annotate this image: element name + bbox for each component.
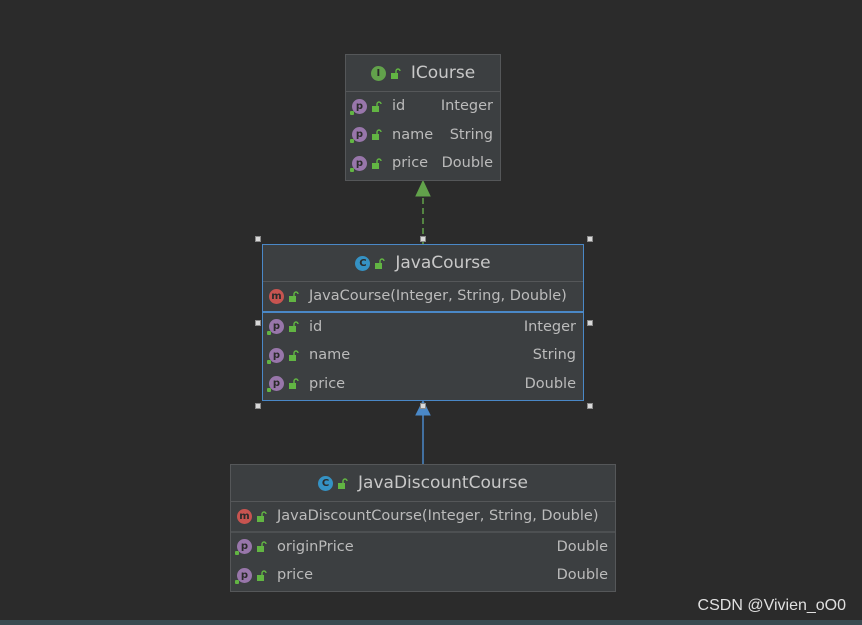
resize-handle-bottom-left[interactable] [255,403,261,409]
field-row[interactable]: p originPrice Double [231,533,615,562]
unlock-icon [372,158,382,169]
watermark: CSDN @Vivien_oO0 [697,597,846,614]
node-header: I ICourse [346,55,500,92]
property-icon: p [350,155,367,172]
node-title: JavaDiscountCourse [358,473,528,493]
unlock-icon [372,129,382,141]
unlock-icon [372,101,382,112]
unlock-icon [257,570,267,581]
unlock-icon [289,321,299,333]
field-type: Integer [523,318,576,335]
field-type: Double [556,538,608,555]
property-icon: p [267,347,284,364]
unlock-icon [289,378,299,390]
unlock-icon [289,291,299,302]
node-javadiscountcourse[interactable]: C JavaDiscountCourse m JavaDiscountCours… [230,464,616,592]
diagram-canvas: I ICourse p id Integer p name String p p… [0,0,862,625]
field-name: name [392,126,434,143]
node-icourse[interactable]: I ICourse p id Integer p name String p p… [345,54,501,181]
field-name: price [277,567,314,584]
unlock-icon [257,541,267,553]
unlock-icon [257,511,267,522]
field-type: Double [524,375,576,392]
field-row[interactable]: p name String [263,341,583,370]
field-row[interactable]: p id Integer [346,92,500,121]
resize-handle-bottom-right[interactable] [587,403,593,409]
methods-section: m JavaDiscountCourse(Integer, String, Do… [231,502,615,533]
field-type: String [449,126,493,143]
method-name: JavaCourse(Integer, String, Double) [309,288,567,305]
field-row[interactable]: p name String [346,121,500,150]
method-icon: m [237,508,252,524]
field-type: Integer [440,98,493,115]
class-icon: C [318,475,334,491]
interface-icon: I [370,65,386,81]
field-name: name [309,347,351,364]
fields-section: p id Integer p name String p price Doubl… [263,313,583,399]
field-row[interactable]: p price Double [346,149,500,178]
methods-section: m JavaCourse(Integer, String, Double) [263,282,583,313]
field-name: id [309,318,323,335]
class-icon: C [355,255,371,271]
implements-arrowhead [415,179,431,197]
property-icon: p [267,376,284,393]
resize-handle-top-right[interactable] [587,236,593,242]
resize-handle-bottom[interactable] [420,403,426,409]
unlock-icon [375,257,386,269]
method-icon: m [269,288,284,304]
node-title: ICourse [410,63,476,83]
field-type: String [532,347,576,364]
field-name: price [309,375,346,392]
unlock-icon [289,350,299,361]
property-icon: p [350,127,367,144]
bottom-strip [0,620,862,625]
field-name: id [392,98,406,115]
unlock-icon [390,67,401,79]
resize-handle-top-left[interactable] [255,236,261,242]
field-name: originPrice [277,538,354,555]
node-header: C JavaCourse [263,245,583,282]
unlock-icon [338,477,348,489]
resize-handle-left[interactable] [255,320,261,326]
node-header: C JavaDiscountCourse [231,465,615,502]
field-row[interactable]: p id Integer [263,313,583,342]
field-row[interactable]: p price Double [231,561,615,590]
resize-handle-top[interactable] [420,236,426,242]
field-type: Double [441,155,493,172]
node-javacourse[interactable]: C JavaCourse m JavaCourse(Integer, Strin… [262,244,584,401]
method-row[interactable]: m JavaCourse(Integer, String, Double) [263,282,583,311]
method-name: JavaDiscountCourse(Integer, String, Doub… [277,508,599,525]
field-row[interactable]: p price Double [263,370,583,399]
node-title: JavaCourse [395,253,491,273]
field-name: price [392,155,429,172]
property-icon: p [235,539,252,556]
fields-section: p id Integer p name String p price Doubl… [346,92,500,178]
property-icon: p [235,567,252,584]
resize-handle-right[interactable] [587,320,593,326]
method-row[interactable]: m JavaDiscountCourse(Integer, String, Do… [231,502,615,531]
field-type: Double [556,567,608,584]
property-icon: p [350,98,367,115]
fields-section: p originPrice Double p price Double [231,533,615,590]
property-icon: p [267,319,284,336]
